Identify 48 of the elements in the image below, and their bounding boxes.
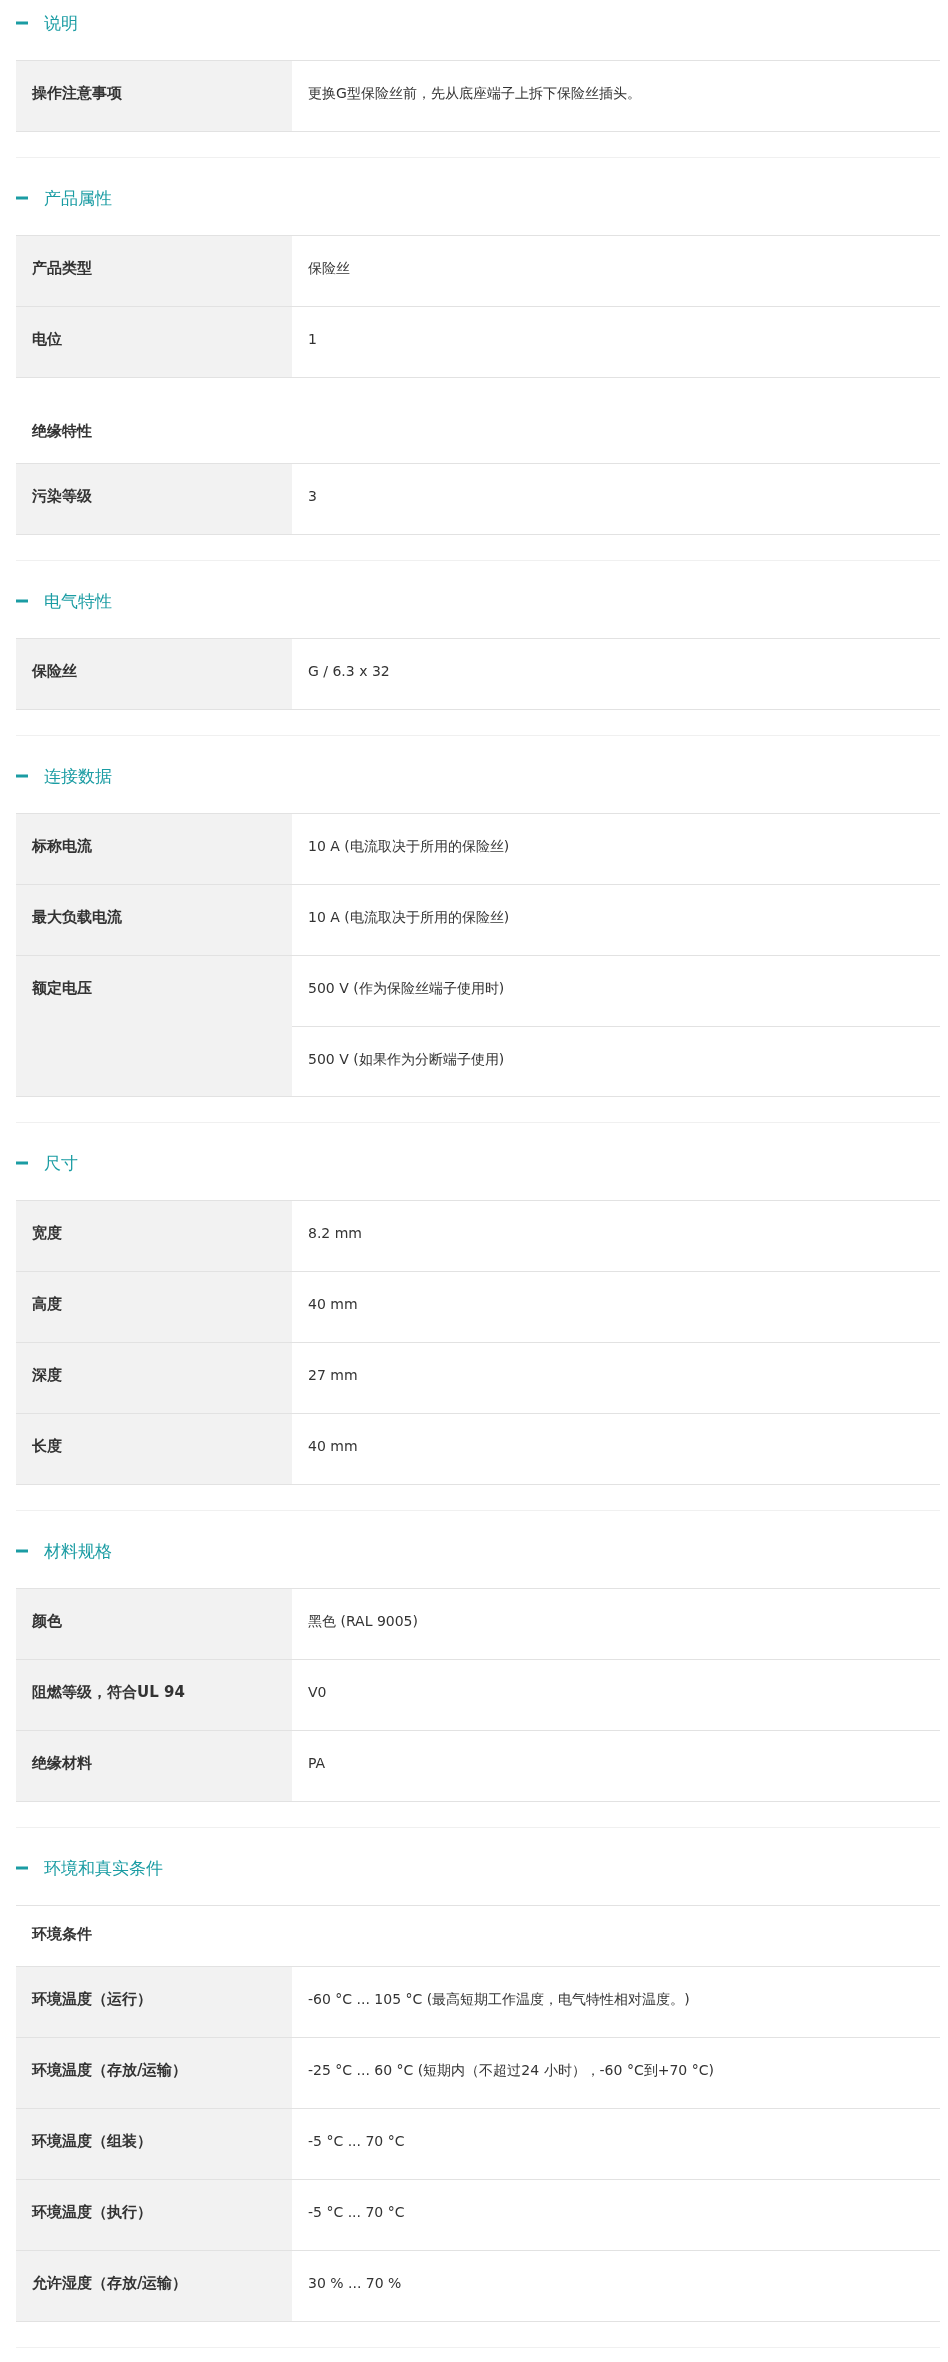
property-value: -25 °C ... 60 °C (短期内（不超过24 小时），-60 °C到+70 °C) — [307, 2061, 715, 2080]
property-label: 环境温度（运行） — [16, 1967, 292, 2037]
property-label: 产品类型 — [16, 236, 292, 306]
property-value: 8.2 mm — [307, 1224, 363, 1243]
property-label: 环境温度（组装） — [16, 2109, 292, 2179]
property-label: 高度 — [16, 1272, 292, 1342]
property-label: 污染等级 — [16, 464, 292, 534]
property-value: 500 V (如果作为分断端子使用) — [292, 1026, 940, 1096]
section-toggle[interactable]: 说明 — [16, 10, 78, 36]
property-value: -5 °C ... 70 °C — [307, 2203, 406, 2222]
property-label: 标称电流 — [16, 814, 292, 884]
property-label: 环境温度（存放/运输） — [16, 2038, 292, 2108]
property-value: 40 mm — [307, 1437, 359, 1456]
property-value: 10 A (电流取决于所用的保险丝) — [307, 908, 511, 927]
property-label: 颜色 — [16, 1589, 292, 1659]
property-label: 阻燃等级，符合UL 94 — [16, 1660, 292, 1730]
property-value: -5 °C ... 70 °C — [307, 2132, 406, 2151]
property-label: 允许湿度（存放/运输） — [16, 2251, 292, 2321]
property-label: 长度 — [16, 1414, 292, 1484]
section-toggle[interactable]: 尺寸 — [16, 1150, 78, 1176]
property-value: 1 — [307, 330, 318, 349]
property-label: 深度 — [16, 1343, 292, 1413]
property-label: 保险丝 — [16, 639, 292, 709]
property-value: 3 — [307, 487, 318, 506]
property-label: 额定电压 — [16, 956, 292, 1096]
property-value: 保险丝 — [307, 259, 351, 278]
property-value: G / 6.3 x 32 — [307, 662, 391, 681]
property-label: 绝缘材料 — [16, 1731, 292, 1801]
section-toggle[interactable]: 电气特性 — [16, 588, 112, 614]
property-value: PA — [307, 1754, 327, 1773]
property-label: 操作注意事项 — [16, 61, 292, 131]
property-value: 更换G型保险丝前，先从底座端子上拆下保险丝插头。 — [307, 84, 642, 103]
property-value: 30 % ... 70 % — [307, 2274, 403, 2293]
section-toggle[interactable]: 连接数据 — [16, 763, 112, 789]
property-value: 500 V (作为保险丝端子使用时) — [307, 979, 506, 998]
property-value: 10 A (电流取决于所用的保险丝) — [307, 837, 511, 856]
property-label: 电位 — [16, 307, 292, 377]
property-value: 黑色 (RAL 9005) — [307, 1612, 419, 1631]
property-value: V0 — [307, 1683, 328, 1702]
section-toggle[interactable]: 产品属性 — [16, 185, 112, 211]
section-toggle[interactable]: 环境和真实条件 — [16, 1855, 163, 1881]
property-label: 宽度 — [16, 1201, 292, 1271]
property-label: 最大负载电流 — [16, 885, 292, 955]
property-value: -60 °C ... 105 °C (最高短期工作温度，电气特性相对温度。) — [307, 1990, 691, 2009]
property-value: 40 mm — [307, 1295, 359, 1314]
property-value: 27 mm — [307, 1366, 359, 1385]
section-toggle[interactable]: 材料规格 — [16, 1538, 112, 1564]
property-label: 环境温度（执行） — [16, 2180, 292, 2250]
